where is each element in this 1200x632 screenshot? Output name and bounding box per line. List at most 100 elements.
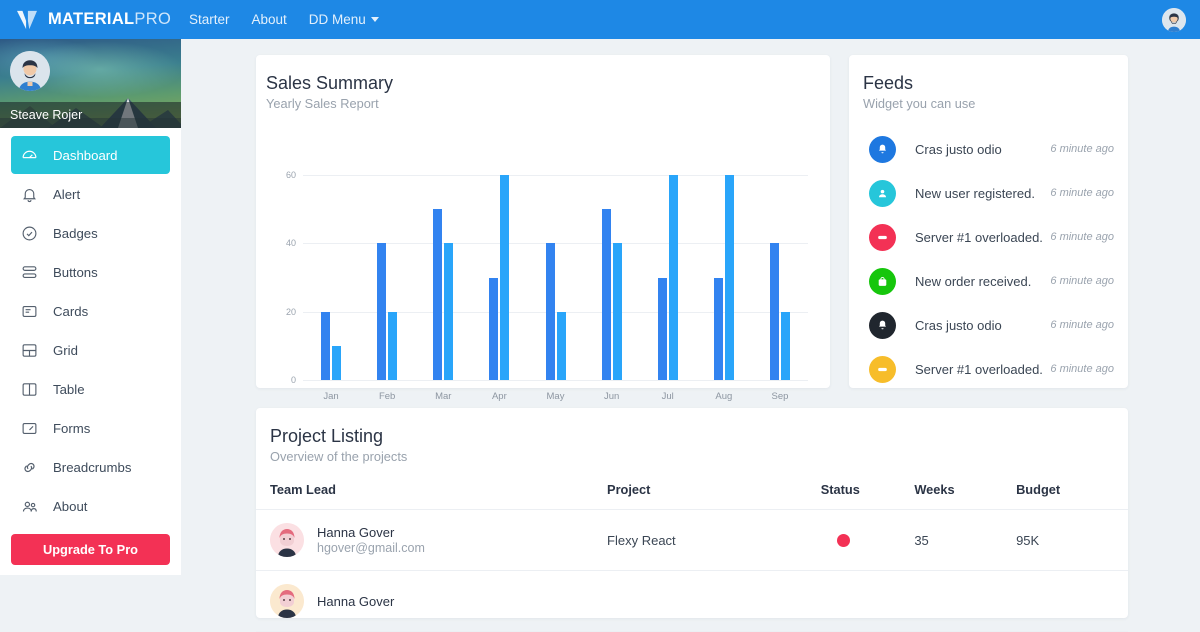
- sales-summary-card: Sales Summary Yearly Sales Report 0 20 40 6…: [256, 55, 830, 418]
- feed-item-text: Cras justo odio: [915, 141, 1002, 157]
- feed-item-time: 6 minute ago: [1050, 363, 1114, 375]
- cell-status: [820, 570, 915, 632]
- bar-jul-2022[interactable]: [668, 175, 678, 380]
- feed-item-text: New user registered.: [915, 185, 1035, 201]
- bag-icon: [878, 276, 887, 286]
- profile-avatar[interactable]: [10, 51, 50, 91]
- sidebar: Steave Rojer Dashboard Alert Badges Butt…: [0, 39, 181, 575]
- bar-jan-2022[interactable]: [332, 345, 342, 380]
- user-avatar-icon: [270, 523, 304, 557]
- project-title: Project Listing: [270, 426, 384, 446]
- feed-item[interactable]: Cras justo odio 6 minute ago: [849, 303, 1128, 347]
- sidebar-item-table[interactable]: Table: [11, 370, 170, 408]
- sidebar-item-dashboard[interactable]: Dashboard: [11, 136, 170, 174]
- bell-icon: [878, 144, 887, 153]
- feed-item-time: 6 minute ago: [1050, 143, 1114, 155]
- sidebar-item-breadcrumbs-label: Breadcrumbs: [53, 459, 132, 475]
- sidebar-item-table-label: Table: [53, 381, 85, 397]
- upgrade-to-pro-button[interactable]: Upgrade To Pro: [11, 534, 170, 565]
- nav-link-starter-label: Starter: [189, 12, 230, 27]
- feed-item[interactable]: Cras justo odio 6 minute ago: [849, 127, 1128, 171]
- table-row[interactable]: Hanna Gover: [256, 570, 1128, 632]
- speedometer-icon: [22, 150, 37, 158]
- user-icon: [878, 189, 887, 197]
- x-tick-apr: Apr: [491, 391, 507, 402]
- bar-sep-2020[interactable]: [769, 243, 779, 380]
- cell-weeks: 35: [914, 509, 1017, 571]
- col-header-team-lead: Team Lead: [256, 482, 608, 510]
- topbar-avatar[interactable]: [1162, 8, 1186, 32]
- x-tick-jul: Jul: [661, 391, 674, 402]
- server-icon: [878, 367, 887, 371]
- sidebar-nav-list: Dashboard Alert Badges Buttons Cards Gri…: [0, 128, 181, 525]
- feeds-subtitle: Widget you can use: [863, 96, 976, 111]
- nav-link-about-label: About: [251, 12, 287, 27]
- main-content: Sales Summary Yearly Sales Report 0 20 40 6…: [181, 39, 1200, 632]
- nav-link-dd-menu[interactable]: DD Menu: [309, 12, 379, 27]
- bar-feb-2020[interactable]: [377, 243, 387, 380]
- bar-sep-2022[interactable]: [780, 311, 790, 380]
- feed-item[interactable]: Server #1 overloaded. 6 minute ago: [849, 215, 1128, 259]
- bar-aug-2022[interactable]: [724, 175, 734, 380]
- bar-apr-2022[interactable]: [500, 175, 510, 380]
- cell-team-lead: Hanna Gover: [256, 570, 608, 632]
- user-avatar-icon: [10, 51, 50, 91]
- nav-link-about[interactable]: About: [252, 12, 287, 27]
- bell-icon: [878, 320, 887, 329]
- form-icon: [22, 422, 37, 434]
- team-lead-wrap: Hanna Gover hgover@gmail.com: [270, 523, 607, 557]
- table-row[interactable]: Hanna Gover hgover@gmail.com Flexy React 35…: [256, 509, 1128, 571]
- feed-icon-badge: [869, 355, 896, 383]
- sidebar-item-cards[interactable]: Cards: [11, 292, 170, 330]
- brand-text: MATERIALPRO: [48, 10, 171, 29]
- brand-light: PRO: [134, 10, 172, 28]
- bar-may-2022[interactable]: [556, 311, 566, 380]
- feed-item-time: 6 minute ago: [1050, 231, 1114, 243]
- bar-may-2020[interactable]: [545, 243, 555, 380]
- bar-mar-2022[interactable]: [444, 243, 454, 380]
- feeds-list: Cras justo odio 6 minute ago New user regi…: [849, 127, 1128, 391]
- sidebar-item-about-label: About: [53, 498, 88, 514]
- server-icon: [878, 235, 887, 239]
- feed-icon-badge: [869, 267, 896, 295]
- profile-name-bar: Steave Rojer: [0, 102, 181, 128]
- bar-mar-2020[interactable]: [433, 209, 443, 380]
- x-tick-mar: Mar: [435, 391, 452, 402]
- sidebar-item-grid[interactable]: Grid: [11, 331, 170, 369]
- bar-jul-2020[interactable]: [657, 277, 667, 380]
- feed-item[interactable]: New user registered. 6 minute ago: [849, 171, 1128, 215]
- users-icon: [22, 501, 37, 512]
- profile-name: Steave Rojer: [10, 108, 83, 122]
- sidebar-item-forms[interactable]: Forms: [11, 409, 170, 447]
- project-table-body: Hanna Gover hgover@gmail.com Flexy React 35…: [256, 509, 1128, 632]
- bar-aug-2020[interactable]: [713, 277, 723, 380]
- sidebar-item-alert[interactable]: Alert: [11, 175, 170, 213]
- avatar: [270, 584, 304, 618]
- sidebar-item-cards-label: Cards: [53, 303, 89, 319]
- bar-feb-2022[interactable]: [388, 311, 398, 380]
- top-navbar: MATERIALPRO Starter About DD Menu: [0, 0, 1200, 39]
- nav-link-starter[interactable]: Starter: [189, 12, 230, 27]
- bar-jan-2020[interactable]: [321, 311, 331, 380]
- sidebar-profile-header: Steave Rojer: [0, 39, 181, 128]
- chart-plot-area: [256, 175, 830, 380]
- team-lead-info: Hanna Gover hgover@gmail.com: [317, 525, 425, 555]
- bar-apr-2020[interactable]: [489, 277, 499, 380]
- cell-budget: [1016, 570, 1128, 632]
- sidebar-item-about[interactable]: About: [11, 487, 170, 525]
- cell-budget: 95K: [1016, 509, 1128, 571]
- check-circle-icon: [22, 226, 37, 240]
- col-header-project: Project: [607, 482, 821, 510]
- bar-jun-2022[interactable]: [612, 243, 622, 380]
- feed-icon-badge: [869, 179, 896, 207]
- feed-item[interactable]: Server #1 overloaded. 6 minute ago: [849, 347, 1128, 391]
- sidebar-item-badges[interactable]: Badges: [11, 214, 170, 252]
- team-lead-info: Hanna Gover: [317, 594, 394, 609]
- x-tick-sep: Sep: [771, 391, 789, 402]
- feed-item[interactable]: New order received. 6 minute ago: [849, 259, 1128, 303]
- bar-jun-2020[interactable]: [601, 209, 611, 380]
- project-table-head: Team Lead Project Status Weeks Budget: [256, 482, 1128, 510]
- sidebar-item-buttons[interactable]: Buttons: [11, 253, 170, 291]
- brand-logo[interactable]: MATERIALPRO: [0, 10, 181, 30]
- sidebar-item-breadcrumbs[interactable]: Breadcrumbs: [11, 448, 170, 486]
